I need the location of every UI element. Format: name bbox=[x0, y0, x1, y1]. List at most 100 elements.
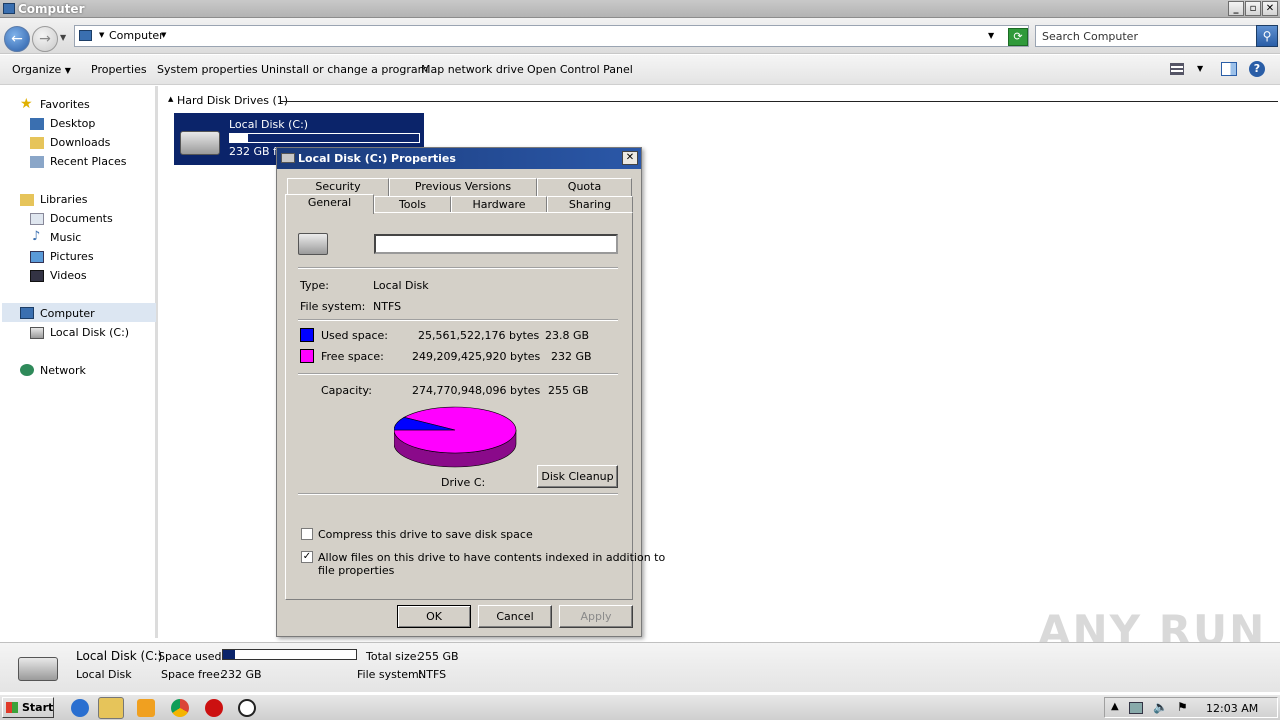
address-field[interactable]: ▼ Computer ▼ ▼ bbox=[74, 25, 1029, 47]
videos-icon bbox=[30, 270, 44, 282]
drive-free-text: 232 GB fr bbox=[229, 145, 282, 158]
compress-checkbox[interactable] bbox=[301, 528, 313, 540]
nav-network[interactable]: Network bbox=[40, 364, 86, 377]
general-tab-panel: Type: Local Disk File system: NTFS Used … bbox=[285, 212, 665, 600]
desktop-icon bbox=[30, 118, 44, 130]
file-system-label: File system: bbox=[300, 300, 366, 313]
nav-local-disk[interactable]: Local Disk (C:) bbox=[50, 326, 129, 339]
separator bbox=[298, 493, 618, 495]
network-icon[interactable] bbox=[1129, 702, 1143, 714]
index-label-line2: file properties bbox=[318, 564, 395, 577]
used-space-bytes: 25,561,522,176 bytes bbox=[418, 329, 540, 342]
organize-button[interactable]: Organize ▼ bbox=[12, 63, 71, 76]
view-options-icon[interactable] bbox=[1170, 63, 1184, 75]
recent-places-icon bbox=[30, 156, 44, 168]
libraries-icon bbox=[20, 194, 34, 206]
tab-previous-versions[interactable]: Previous Versions bbox=[389, 178, 537, 196]
music-icon: ♪ bbox=[32, 229, 41, 244]
chevron-down-icon[interactable]: ▼ bbox=[161, 31, 166, 39]
volume-label-input[interactable] bbox=[374, 234, 618, 254]
downloads-icon bbox=[30, 137, 44, 149]
search-input[interactable]: Search Computer bbox=[1035, 25, 1257, 47]
help-icon[interactable]: ? bbox=[1249, 61, 1265, 77]
space-free-label: Space free: bbox=[161, 668, 224, 681]
chrome-icon[interactable] bbox=[171, 699, 189, 717]
free-space-gb: 232 GB bbox=[551, 350, 592, 363]
dialog-titlebar: Local Disk (C:) Properties ✕ bbox=[277, 148, 641, 169]
nav-computer[interactable]: Computer bbox=[40, 307, 95, 320]
system-properties-button[interactable]: System properties bbox=[157, 63, 258, 76]
free-space-swatch bbox=[300, 349, 314, 363]
taskbar: Start ▲ 🔈 ⚑ 12:03 AM bbox=[0, 694, 1280, 720]
window-titlebar: Computer _ ▫ ✕ bbox=[0, 0, 1280, 18]
windows-flag-icon bbox=[6, 702, 18, 713]
disk-cleanup-button[interactable]: Disk Cleanup bbox=[537, 465, 618, 488]
uninstall-program-button[interactable]: Uninstall or change a program bbox=[261, 63, 428, 76]
type-value: Local Disk bbox=[373, 279, 429, 292]
dialog-close-button[interactable]: ✕ bbox=[622, 151, 638, 165]
used-space-gb: 23.8 GB bbox=[545, 329, 590, 342]
properties-button[interactable]: Properties bbox=[91, 63, 147, 76]
internet-explorer-icon[interactable] bbox=[71, 699, 89, 717]
ok-button[interactable]: OK bbox=[397, 605, 471, 628]
total-size-value: 255 GB bbox=[418, 650, 459, 663]
view-dropdown-icon[interactable]: ▼ bbox=[1197, 64, 1203, 73]
nav-desktop[interactable]: Desktop bbox=[50, 117, 95, 130]
file-system-label: File system: bbox=[357, 668, 423, 681]
nav-downloads[interactable]: Downloads bbox=[50, 136, 110, 149]
chevron-down-icon[interactable]: ▼ bbox=[99, 31, 104, 39]
drive-usage-bar bbox=[229, 133, 420, 143]
drive-icon bbox=[298, 233, 328, 255]
nav-videos[interactable]: Videos bbox=[50, 269, 87, 282]
index-label-line1: Allow files on this drive to have conten… bbox=[318, 551, 666, 564]
opera-icon[interactable] bbox=[205, 699, 223, 717]
action-center-flag-icon[interactable]: ⚑ bbox=[1177, 700, 1188, 714]
type-label: Type: bbox=[300, 279, 329, 292]
start-label: Start bbox=[22, 701, 54, 714]
search-icon[interactable]: ⚲ bbox=[1256, 25, 1278, 47]
navigation-pane: ★ Favorites Desktop Downloads Recent Pla… bbox=[0, 86, 158, 638]
preview-pane-icon[interactable] bbox=[1221, 62, 1237, 76]
drive-icon bbox=[281, 153, 295, 163]
tab-quota[interactable]: Quota bbox=[537, 178, 632, 196]
nav-libraries[interactable]: Libraries bbox=[40, 193, 88, 206]
total-size-label: Total size: bbox=[366, 650, 421, 663]
collapse-group-icon[interactable]: ▲ bbox=[168, 95, 173, 103]
media-player-icon[interactable] bbox=[137, 699, 155, 717]
tab-general[interactable]: General bbox=[285, 194, 374, 214]
maximize-button[interactable]: ▫ bbox=[1245, 1, 1261, 16]
map-network-drive-button[interactable]: Map network drive bbox=[421, 63, 524, 76]
volume-icon[interactable]: 🔈 bbox=[1153, 700, 1168, 714]
apply-button[interactable]: Apply bbox=[559, 605, 633, 628]
close-button[interactable]: ✕ bbox=[1262, 1, 1278, 16]
clock[interactable]: 12:03 AM bbox=[1206, 702, 1258, 715]
group-header[interactable]: Hard Disk Drives (1) bbox=[177, 94, 288, 107]
address-path: Computer bbox=[109, 29, 164, 42]
forward-button[interactable]: → bbox=[32, 26, 58, 52]
explorer-taskbar-button[interactable] bbox=[98, 697, 124, 719]
capacity-bytes: 274,770,948,096 bytes bbox=[412, 384, 541, 397]
show-hidden-icons[interactable]: ▲ bbox=[1111, 701, 1119, 712]
window-title: Computer bbox=[18, 2, 85, 16]
address-dropdown-icon[interactable]: ▼ bbox=[988, 31, 994, 40]
space-used-label: Space used: bbox=[158, 650, 226, 663]
history-dropdown-icon[interactable]: ▼ bbox=[60, 33, 66, 42]
nav-music[interactable]: Music bbox=[50, 231, 81, 244]
details-type: Local Disk bbox=[76, 668, 132, 681]
back-button[interactable]: ← bbox=[4, 26, 30, 52]
open-control-panel-button[interactable]: Open Control Panel bbox=[527, 63, 633, 76]
nav-documents[interactable]: Documents bbox=[50, 212, 113, 225]
nav-favorites[interactable]: Favorites bbox=[40, 98, 90, 111]
nav-recent-places[interactable]: Recent Places bbox=[50, 155, 127, 168]
minimize-button[interactable]: _ bbox=[1228, 1, 1244, 16]
computer-icon bbox=[3, 3, 15, 14]
drive-usage-fill bbox=[230, 134, 248, 142]
nav-pictures[interactable]: Pictures bbox=[50, 250, 94, 263]
disk-usage-pie-chart bbox=[394, 406, 517, 468]
refresh-button[interactable]: ⟳ bbox=[1008, 28, 1028, 46]
index-checkbox[interactable]: ✓ bbox=[301, 551, 313, 563]
cancel-button[interactable]: Cancel bbox=[478, 605, 552, 628]
hard-drive-icon bbox=[18, 657, 58, 681]
soccer-ball-icon[interactable] bbox=[238, 699, 256, 717]
start-button[interactable]: Start bbox=[2, 697, 54, 718]
